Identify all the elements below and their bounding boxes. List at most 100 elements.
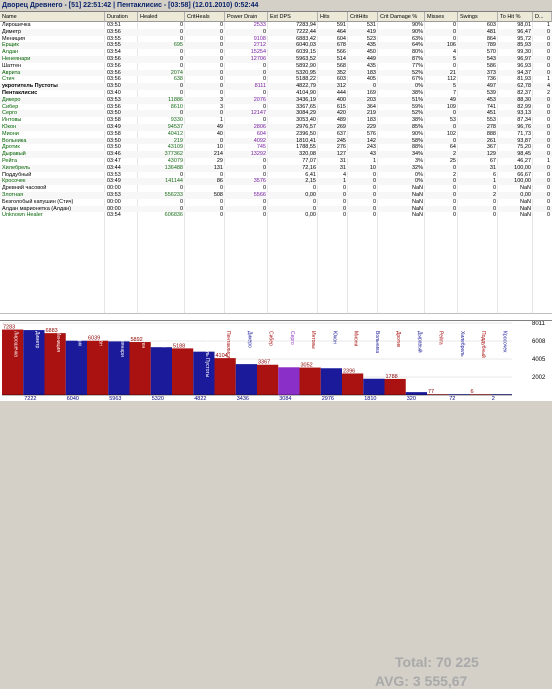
column-header[interactable]: Crit Damage %	[378, 12, 425, 22]
column-header[interactable]: CritHits	[348, 12, 378, 22]
column-header[interactable]: Hits	[318, 12, 348, 22]
cell-hits: 420	[336, 110, 346, 117]
column-header[interactable]: Name	[0, 12, 105, 22]
table-row[interactable]: Хилебрель 03:44 136488 131 0 72,16 31 10 32% 0 31 1…	[0, 164, 552, 172]
cell-misses: 102	[446, 130, 456, 137]
bar-value-label: 7283	[3, 325, 15, 331]
table-row[interactable]: Мениция 03:55 0 0 9108 6883,42 604 523 63% 0 864 95…	[0, 36, 552, 43]
column-header[interactable]: Misses	[425, 12, 458, 22]
cell-duration: 03:46	[107, 151, 121, 158]
table-row[interactable]: Интовы 03:58 9330 1 0 3053,40 489 183 38% 53 553 87…	[0, 117, 552, 124]
cell-extdps: 72,16	[302, 164, 316, 171]
table-row[interactable]: Диметр 03:56 0 0 0 7222,44 464 419 90% 0 481 96,47 0	[0, 28, 552, 36]
cell-hits: 678	[336, 42, 346, 49]
table-row[interactable]: Дикеро 03:53 11886 3 2076 3436,19 400 203 51% 49 4…	[0, 96, 552, 104]
cell-name: Ненеянари	[2, 56, 31, 62]
cell-misses: 0	[452, 62, 456, 69]
cell-swings: 2	[492, 192, 496, 198]
table-row[interactable]: Вольника 03:50 219 0 4092 1810,41 245 142 58% 0 26…	[0, 137, 552, 145]
cell-crithits: 219	[366, 110, 376, 117]
cell-duration: 03:54	[107, 49, 121, 56]
table-row[interactable]: Unknown Healer 03:54 606836 0 0 0,00 0 0 NaN 0 0 Na…	[0, 212, 552, 219]
table-row[interactable]: Дыравый 03:46 377362 214 13292 320,08 127 43 34%…	[0, 151, 552, 158]
damage-table[interactable]: Name Duration Healed CritHeals Power Drain Ex…	[0, 11, 552, 314]
cell-swings: 0	[492, 185, 496, 192]
table-row[interactable]: Алдан марионетка (Алдан) 00:00 0 0 0 0 0 0 NaN 0 0…	[0, 205, 552, 213]
table-row[interactable]: Шаттен 03:56 0 0 0 5892,90 568 435 77% 0 586 96,93 0	[0, 63, 552, 70]
bar-value-label: 2396	[343, 368, 355, 374]
bar-value-label: 3436	[237, 396, 249, 401]
table-row[interactable]: укротитель Пустоты 03:50 0 0 8111 4822,79 312 0…	[0, 83, 552, 90]
column-header[interactable]: CritHeals	[185, 12, 225, 22]
cell-swings: 586	[486, 62, 496, 69]
column-header[interactable]: Duration	[105, 12, 138, 22]
column-header[interactable]: Power Drain	[225, 12, 268, 22]
cell-healed: 40412	[167, 130, 183, 137]
column-header[interactable]: Healed	[138, 12, 185, 22]
cell-critdmg: 0%	[415, 178, 423, 185]
cell-d: 0	[546, 117, 550, 124]
table-row[interactable]: Сибер 03:56 8610 3 0 3367,65 615 364 59% 109 741 82…	[0, 104, 552, 111]
cell-crithits: 0	[372, 178, 376, 185]
cell-powerdrain: 745	[256, 144, 266, 151]
column-header[interactable]: Swings	[458, 12, 498, 22]
cell-duration: 03:51	[107, 22, 121, 28]
cell-tohit: 66,67	[517, 171, 531, 178]
table-row[interactable]: Лирошечка 03:51 0 0 2533 7283,94 591 531 90% 0 603…	[0, 22, 552, 29]
column-header[interactable]: D...	[533, 12, 552, 22]
cell-critheals: 0	[219, 22, 223, 28]
table-row[interactable]: Аврита 03:56 2074 0 0 5320,95 352 183 52% 21 373 94…	[0, 69, 552, 77]
cell-misses: 0	[452, 212, 456, 219]
table-row[interactable]: Ерщик 03:55 695 0 2712 6040,03 678 435 64% 106 789…	[0, 42, 552, 50]
cell-extdps: 7222,44	[296, 28, 316, 35]
bar-name-label: Вольника	[374, 331, 380, 353]
cell-name: Дикеро	[2, 96, 21, 103]
cell-swings: 570	[486, 49, 496, 56]
cell-crithits: 531	[366, 22, 376, 28]
cell-swings: 453	[486, 96, 496, 103]
table-row[interactable]: Серго 03:50 0 0 12147 3084,29 420 219 52% 0 451 93,…	[0, 110, 552, 118]
bar-value-label: 4822	[194, 396, 206, 401]
cell-swings: 603	[486, 22, 496, 28]
table-row[interactable]: Пентаклисис 03:40 0 0 0 4104,90 444 169 38% 7 539 8…	[0, 90, 552, 97]
table-row[interactable]: Юкон 03:49 94537 49 2806 2976,57 269 229 85% 0 278…	[0, 124, 552, 131]
cell-extdps: 1788,55	[296, 144, 316, 151]
table-row[interactable]: Поддубный 03:53 0 0 0 6,41 4 0 0% 2 6 66,67 0	[0, 172, 552, 179]
cell-misses: 49	[449, 96, 456, 103]
cell-d: 0	[546, 137, 550, 144]
cell-d: 0	[546, 178, 550, 185]
table-row[interactable]: Миони 03:58 40412 40 604 2396,50 637 576 90% 102 8…	[0, 131, 552, 138]
cell-duration: 03:56	[107, 28, 121, 35]
bar-value-label: 7222	[24, 396, 36, 401]
bar-name-label: Диметр	[34, 331, 40, 349]
cell-name: Злотная	[2, 192, 24, 198]
cell-extdps: 6883,42	[296, 35, 316, 42]
cell-healed: 136488	[164, 164, 183, 171]
table-row[interactable]: Безголобый капушин (Стич) 00:00 0 0 0 0 0 0 NaN 0…	[0, 199, 552, 206]
cell-name: укротитель Пустоты	[2, 83, 58, 90]
table-row[interactable]: Стич 03:56 638 0 0 5188,22 603 405 67% 112 736 81,9…	[0, 76, 552, 83]
table-row[interactable]: Дротик 03:50 43109 10 745 1788,55 276 243 88% 64 3…	[0, 144, 552, 151]
column-header[interactable]: Ext DPS	[268, 12, 318, 22]
cell-critdmg: NaN	[411, 205, 423, 212]
table-row[interactable]: Злотная 03:53 556233 508 5566 0,00 0 0 NaN 0 2 0,00…	[0, 192, 552, 199]
cell-duration: 03:53	[107, 192, 121, 198]
column-header[interactable]: To Hit %	[498, 12, 533, 22]
table-row[interactable]: Древний часовой 00:00 0 0 0 0 0 0 NaN 0 0 NaN 0	[0, 185, 552, 192]
cell-swings: 31	[489, 164, 496, 171]
table-row[interactable]: Ненеянари 03:56 0 0 12706 5963,52 514 449 87% 5 54…	[0, 56, 552, 63]
cell-critheals: 0	[219, 28, 223, 35]
bar-name-label: Ерщик	[76, 331, 82, 347]
bar-value-label: 77	[428, 389, 434, 395]
table-row[interactable]: Алдан 03:54 0 0 15254 6039,15 566 450 80% 4 570 99,…	[0, 49, 552, 56]
cell-name: Кросочек	[2, 178, 26, 185]
table-row[interactable]: Кросочек 03:49 141144 86 3576 2,15 1 0 0% 0 1 100,0…	[0, 178, 552, 186]
cell-critdmg: 34%	[411, 151, 423, 158]
bar-name-label: Хилебрель	[459, 331, 465, 357]
y-tick-label: 8011	[532, 321, 546, 327]
cell-extdps: 5892,90	[296, 62, 316, 69]
y-tick-label: 4005	[532, 357, 546, 363]
cell-d: 0	[546, 192, 550, 198]
table-row[interactable]: Рейта 03:47 43079 29 0 77,07 31 1 3% 25 67 46,27 1	[0, 158, 552, 165]
cell-powerdrain: 0	[262, 90, 266, 96]
